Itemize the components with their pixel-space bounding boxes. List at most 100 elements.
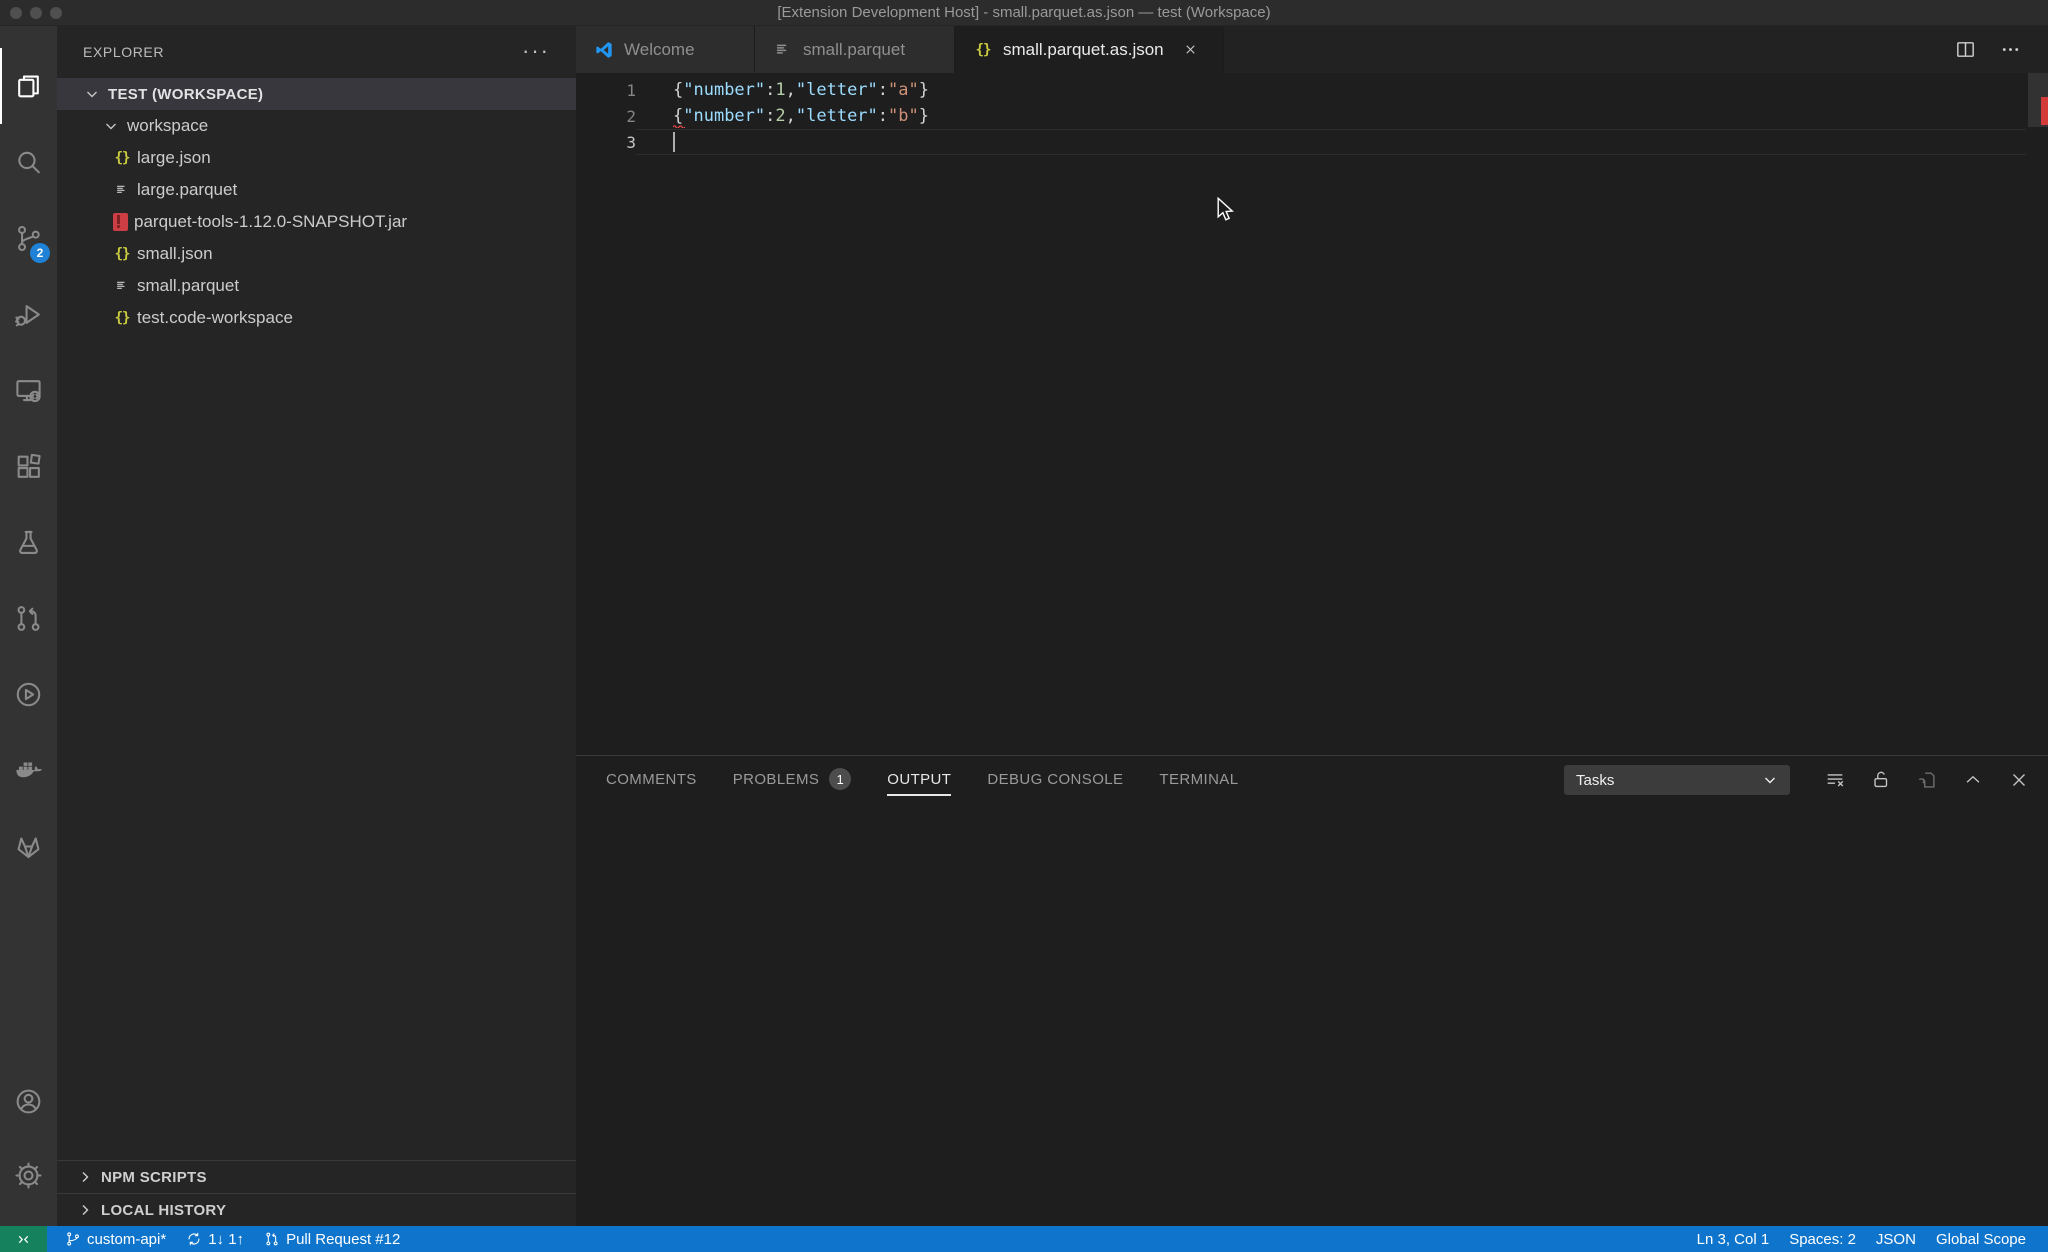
scm-changes-badge: 2 bbox=[30, 243, 50, 263]
file-row-large.json[interactable]: {} large.json bbox=[57, 142, 576, 174]
activity-item-testing[interactable] bbox=[0, 504, 57, 580]
token: } bbox=[919, 106, 929, 126]
output-channel-dropdown[interactable]: Tasks bbox=[1564, 765, 1790, 795]
status-item-indentation[interactable]: Spaces: 2 bbox=[1779, 1226, 1866, 1252]
status-item-git-branch[interactable]: custom-api* bbox=[55, 1226, 176, 1252]
file-row-test.code-workspace[interactable]: {}test.code-workspace bbox=[57, 302, 576, 334]
bottom-panel: COMMENTS PROBLEMS 1 OUTPUT DEBUG CONSOLE TERM… bbox=[576, 755, 2048, 1226]
token: } bbox=[919, 80, 929, 100]
gear-icon bbox=[13, 1160, 44, 1191]
debug-icon bbox=[13, 299, 44, 330]
zoom-window-button[interactable] bbox=[50, 7, 62, 19]
activity-item-search[interactable] bbox=[0, 124, 57, 200]
editor-content[interactable]: 1{"number":1,"letter":"a"}2{"number":2,"… bbox=[576, 73, 2048, 755]
activity-item-extensions[interactable] bbox=[0, 428, 57, 504]
tab-label: small.parquet.as.json bbox=[1003, 40, 1164, 60]
file-list: {} large.json large.parquetparquet-tools-1… bbox=[57, 142, 576, 334]
activity-item-github-pull-requests[interactable] bbox=[0, 580, 57, 656]
maximize-panel-button[interactable] bbox=[1962, 769, 1984, 791]
explorer-more-actions-button[interactable]: ··· bbox=[522, 38, 550, 64]
status-item-scope-indicator[interactable]: Global Scope bbox=[1926, 1226, 2036, 1252]
activity-item-settings[interactable] bbox=[0, 1138, 57, 1212]
token: , bbox=[786, 80, 796, 100]
status-item-sync-changes[interactable]: 1↓ 1↑ bbox=[176, 1226, 254, 1252]
chevron-down-icon bbox=[84, 86, 100, 102]
panel-tab-label: PROBLEMS bbox=[733, 771, 820, 788]
code-line-2[interactable]: 2{"number":2,"letter":"b"} bbox=[576, 103, 2048, 129]
activity-item-accounts[interactable] bbox=[0, 1064, 57, 1138]
status-item-label: 1↓ 1↑ bbox=[208, 1231, 244, 1248]
tab-welcome[interactable]: Welcome bbox=[576, 26, 755, 73]
file-row-small.json[interactable]: {} small.json bbox=[57, 238, 576, 270]
file-label: small.json bbox=[137, 244, 213, 264]
clear-output-button[interactable] bbox=[1824, 769, 1846, 791]
token: : bbox=[765, 80, 775, 100]
sidebar-title: EXPLORER bbox=[83, 44, 164, 60]
json-file-icon: {} bbox=[113, 150, 131, 166]
remote-explorer-icon bbox=[13, 375, 44, 406]
token: { bbox=[673, 106, 683, 126]
tab-small-parquet[interactable]: small.parquet bbox=[755, 26, 955, 73]
activity-bar-top: 2 bbox=[0, 48, 57, 884]
close-window-button[interactable] bbox=[10, 7, 22, 19]
file-row-small.parquet[interactable]: small.parquet bbox=[57, 270, 576, 302]
activity-item-live-preview[interactable] bbox=[0, 656, 57, 732]
code-line-1[interactable]: 1{"number":1,"letter":"a"} bbox=[576, 77, 2048, 103]
json-file-icon: {} bbox=[113, 246, 131, 262]
panel-tab-problems[interactable]: PROBLEMS 1 bbox=[733, 756, 852, 802]
activity-item-remote-explorer[interactable] bbox=[0, 352, 57, 428]
activity-item-run-debug[interactable] bbox=[0, 276, 57, 352]
workspace-section-header[interactable]: TEST (WORKSPACE) bbox=[57, 78, 576, 110]
tab-small-parquet-as-json[interactable]: {} small.parquet.as.json bbox=[955, 26, 1224, 73]
section-local-history[interactable]: LOCAL HISTORY bbox=[57, 1193, 576, 1226]
minimize-window-button[interactable] bbox=[30, 7, 42, 19]
activity-item-docker[interactable] bbox=[0, 732, 57, 808]
tab-label: small.parquet bbox=[803, 40, 905, 60]
more-actions-button[interactable] bbox=[1999, 38, 2022, 61]
section-label: NPM SCRIPTS bbox=[101, 1169, 207, 1186]
section-npm-scripts[interactable]: NPM SCRIPTS bbox=[57, 1160, 576, 1193]
file-row-parquet-tools-1.12.0-SNAPSHOT.jar[interactable]: parquet-tools-1.12.0-SNAPSHOT.jar bbox=[57, 206, 576, 238]
vscode-logo-icon bbox=[594, 40, 614, 60]
status-item-cursor-position[interactable]: Ln 3, Col 1 bbox=[1687, 1226, 1780, 1252]
parquet-file-icon bbox=[113, 278, 131, 294]
panel-tab-debug-console[interactable]: DEBUG CONSOLE bbox=[987, 756, 1123, 802]
close-tab-button[interactable] bbox=[1182, 41, 1200, 59]
json-file-icon: {} bbox=[973, 40, 993, 60]
line-number: 1 bbox=[576, 81, 636, 100]
file-label: large.json bbox=[137, 148, 211, 168]
panel-tab-comments[interactable]: COMMENTS bbox=[606, 756, 697, 802]
activity-item-gitlab[interactable] bbox=[0, 808, 57, 884]
panel-tab-label: COMMENTS bbox=[606, 771, 697, 788]
split-editor-button[interactable] bbox=[1954, 38, 1977, 61]
beaker-icon bbox=[13, 527, 44, 558]
search-icon bbox=[13, 147, 44, 178]
activity-item-source-control[interactable]: 2 bbox=[0, 200, 57, 276]
parquet-file-icon bbox=[113, 182, 131, 198]
panel-tab-terminal[interactable]: TERMINAL bbox=[1159, 756, 1238, 802]
remote-indicator[interactable] bbox=[0, 1226, 47, 1252]
panel-tab-output[interactable]: OUTPUT bbox=[887, 756, 951, 802]
file-row-large.parquet[interactable]: large.parquet bbox=[57, 174, 576, 206]
account-icon bbox=[13, 1086, 44, 1117]
status-item-language-mode[interactable]: JSON bbox=[1866, 1226, 1926, 1252]
docker-icon bbox=[13, 755, 44, 786]
open-log-file-button[interactable] bbox=[1916, 769, 1938, 791]
status-bar-left: custom-api* 1↓ 1↑ Pull Request #12 bbox=[55, 1226, 410, 1252]
gitlab-icon bbox=[13, 831, 44, 862]
token: 1 bbox=[775, 80, 785, 100]
sidebar-bottom-sections: NPM SCRIPTS LOCAL HISTORY bbox=[57, 1160, 576, 1226]
problems-count-badge: 1 bbox=[829, 768, 851, 790]
status-item-pull-request[interactable]: Pull Request #12 bbox=[254, 1226, 410, 1252]
json-file-icon: {} bbox=[113, 310, 131, 326]
code-line-3[interactable]: 3 bbox=[576, 129, 2048, 155]
close-panel-button[interactable] bbox=[2008, 769, 2030, 791]
activity-item-explorer[interactable] bbox=[0, 48, 57, 124]
unlock-icon[interactable] bbox=[1870, 769, 1892, 791]
status-item-label: Global Scope bbox=[1936, 1231, 2026, 1248]
folder-row-workspace[interactable]: workspace bbox=[57, 110, 576, 142]
editor-scrollbar[interactable] bbox=[2028, 73, 2048, 755]
line-content: {"number":2,"letter":"b"} bbox=[636, 106, 929, 126]
editor-group: Welcome small.parquet {} small.parquet.as.j… bbox=[576, 26, 2048, 1226]
sidebar-header: EXPLORER ··· bbox=[57, 26, 576, 78]
